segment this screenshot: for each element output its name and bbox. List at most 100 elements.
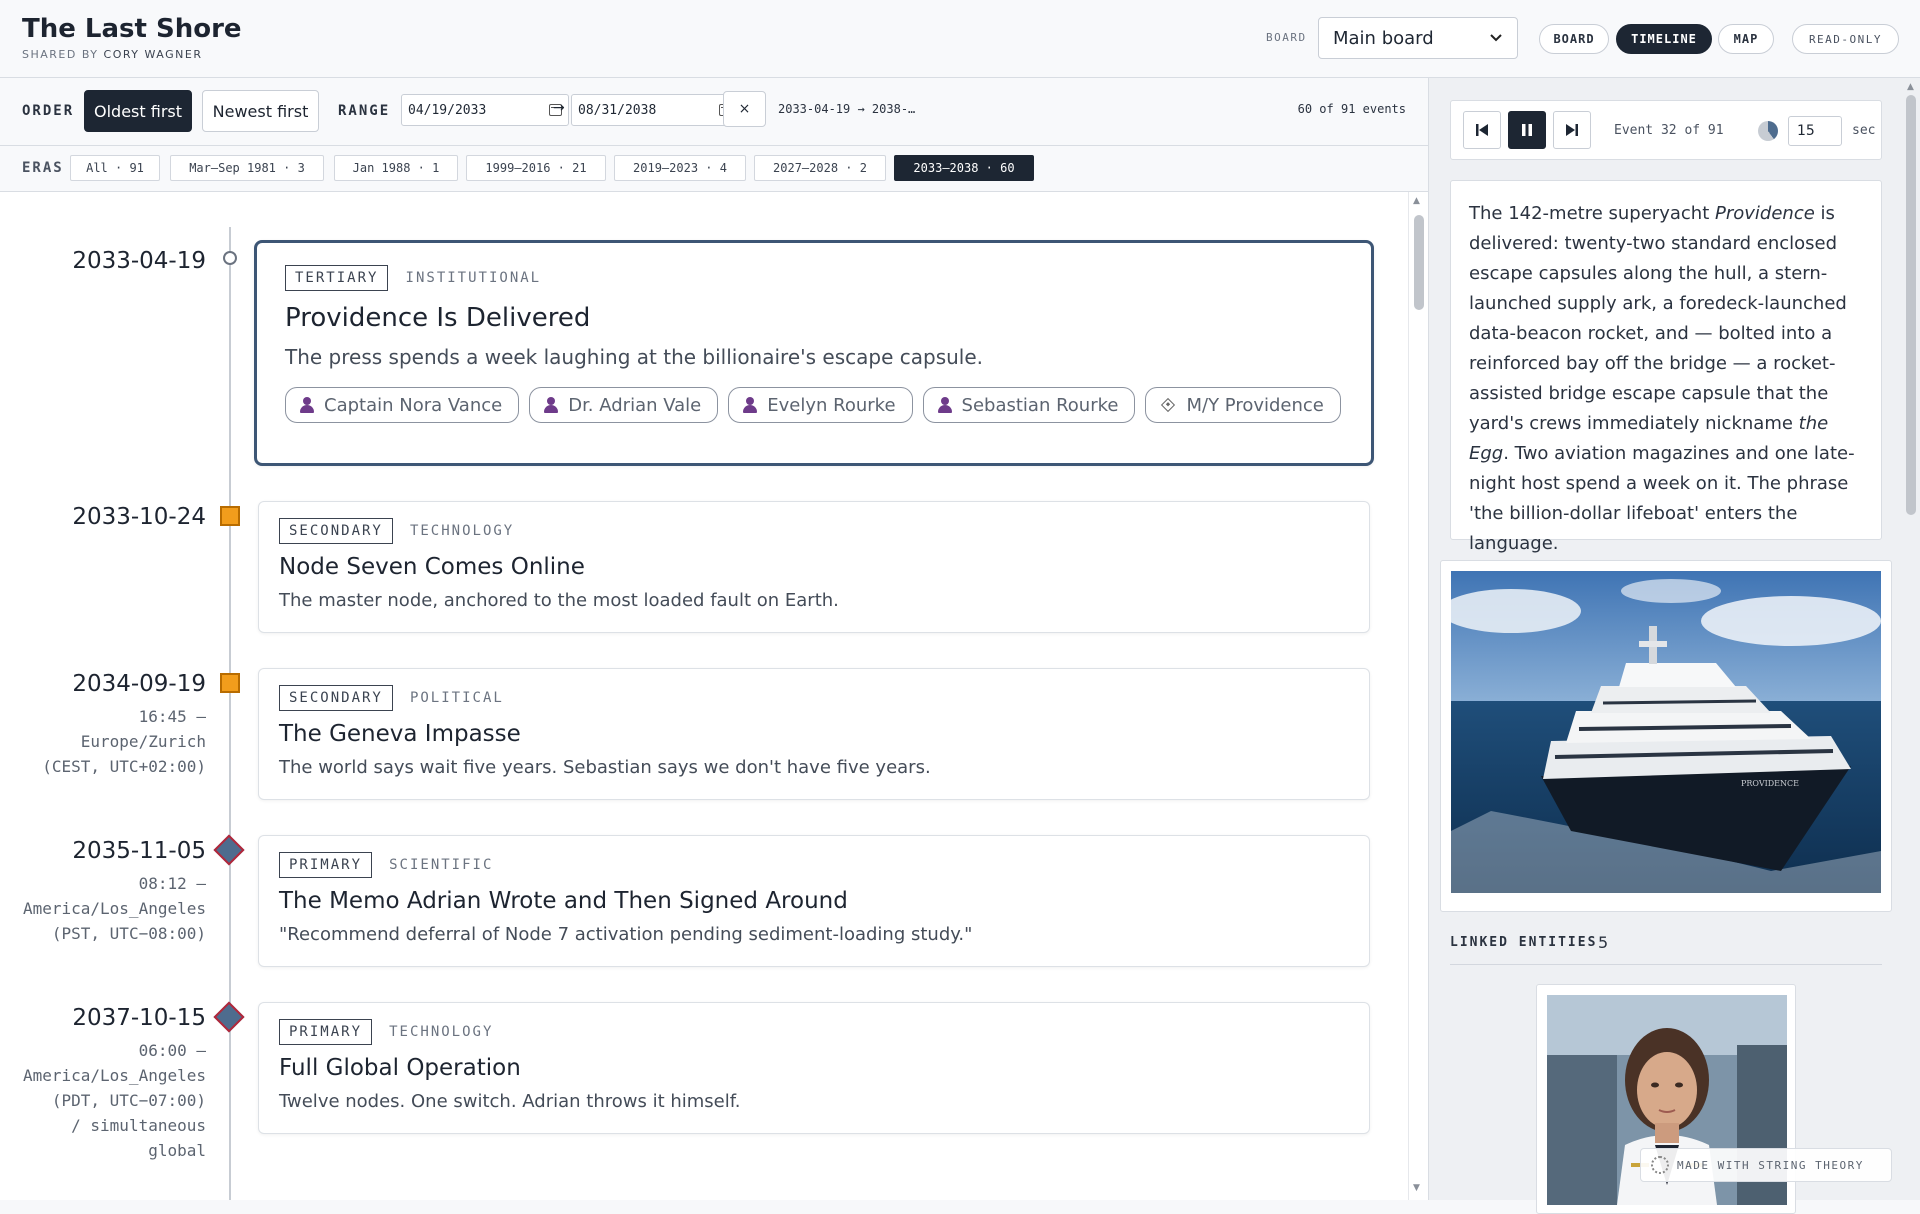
event-date: 2034-09-19 [72,671,206,697]
tier-tag: SECONDARY [279,685,393,711]
secondary-marker [220,506,240,526]
event-time: 08:12 — America/Los_Angeles (PST, UTC−08… [22,874,206,943]
view-map-button[interactable]: MAP [1718,24,1774,54]
era-chip[interactable]: Mar–Sep 1981 · 3 [170,155,324,181]
timeline-axis [229,227,231,1200]
previous-event-button[interactable] [1463,111,1501,149]
tier-tag: PRIMARY [279,852,373,878]
era-chip[interactable]: All · 91 [70,155,160,181]
era-chip[interactable]: 2019–2023 · 4 [614,155,746,181]
event-desc: "Recommend deferral of Node 7 activation… [279,924,973,945]
vessel-icon [1161,397,1176,413]
event-card-selected[interactable]: TERTIARY INSTITUTIONAL Providence Is Del… [254,240,1374,466]
category-tag: INSTITUTIONAL [405,270,542,286]
range-end-input[interactable]: 08/31/2038 [571,94,739,126]
view-board-button[interactable]: BOARD [1539,24,1609,54]
event-time: 06:00 — America/Los_Angeles (PDT, UTC−07… [22,1041,206,1160]
range-start-input[interactable]: 04/19/2033 [401,94,569,126]
view-timeline-button[interactable]: TIMELINE [1616,24,1712,54]
era-chip[interactable]: Jan 1988 · 1 [334,155,458,181]
entity-chip[interactable]: Evelyn Rourke [728,387,913,423]
event-desc: The world says wait five years. Sebastia… [279,757,931,778]
shared-by: SHARED BY CORY WAGNER [22,48,203,61]
divider [1450,964,1882,965]
category-tag: POLITICAL [409,690,504,706]
range-label: RANGE [338,103,391,119]
timeline-scrollbar[interactable] [1408,192,1428,1200]
event-image-card[interactable]: PROVIDENCE [1440,560,1892,912]
yacht-name-text: PROVIDENCE [1741,779,1799,788]
category-tag: SCIENTIFIC [389,857,494,873]
playback-controls: Event 32 of 91 15 sec [1450,100,1882,160]
app-title: The Last Shore [22,14,242,44]
entity-chip[interactable]: Dr. Adrian Vale [529,387,719,423]
event-card[interactable]: SECONDARY POLITICAL The Geneva Impasse T… [258,668,1370,800]
era-chip[interactable]: 1999–2016 · 21 [466,155,606,181]
entity-chip[interactable]: Captain Nora Vance [285,387,520,423]
tier-tag: TERTIARY [285,265,389,291]
board-select[interactable]: Main board [1318,17,1518,59]
eras-bar: ERAS All · 91 Mar–Sep 1981 · 3 Jan 1988 … [0,146,1428,192]
category-tag: TECHNOLOGY [409,523,515,539]
clear-range-button[interactable]: × [723,91,766,127]
range-summary: 2033-04-19 → 2038-… [778,102,916,116]
read-only-badge: READ-ONLY [1792,24,1899,54]
event-card[interactable]: PRIMARY SCIENTIFIC The Memo Adrian Wrote… [258,835,1370,967]
person-icon [937,397,952,413]
entity-chips: Captain Nora Vance Dr. Adrian Vale Evely… [285,387,1343,423]
event-count: 60 of 91 events [1297,102,1406,116]
tertiary-marker [223,251,237,265]
event-card[interactable]: PRIMARY TECHNOLOGY Full Global Operation… [258,1002,1370,1134]
event-description: The 142-metre superyacht Providence is d… [1450,180,1882,554]
entity-chip[interactable]: M/Y Providence [1145,387,1341,423]
event-title: The Memo Adrian Wrote and Then Signed Ar… [279,888,848,914]
primary-marker [213,834,245,866]
category-tag: TECHNOLOGY [389,1024,494,1040]
oldest-first-button[interactable]: Oldest first [84,90,192,132]
interval-seconds-input[interactable]: 15 [1788,116,1842,146]
event-desc: The press spends a week laughing at the … [285,345,984,369]
next-event-button[interactable] [1553,111,1591,149]
event-date: 2035-11-05 [72,838,206,864]
string-theory-logo-icon [1651,1156,1669,1174]
event-title: Providence Is Delivered [285,303,591,333]
yacht-image: PROVIDENCE [1451,571,1881,893]
event-position: Event 32 of 91 [1614,123,1724,138]
skip-back-icon [1476,124,1488,136]
newest-first-button[interactable]: Newest first [202,90,319,132]
event-desc: The master node, anchored to the most lo… [279,590,839,611]
board-label: BOARD [1266,31,1307,44]
timer-progress-icon [1758,121,1778,141]
tier-tag: SECONDARY [279,518,393,544]
scroll-down-icon[interactable]: ▼ [1413,1183,1420,1193]
shared-by-name: CORY WAGNER [103,48,203,61]
era-chip-active[interactable]: 2033–2038 · 60 [894,155,1034,181]
chevron-down-icon [1490,34,1502,42]
linked-entities-count: 5 [1598,933,1609,952]
detail-scroll-thumb[interactable] [1906,95,1916,515]
skip-forward-icon [1566,124,1578,136]
eras-label: ERAS [22,160,64,176]
person-icon [300,397,314,413]
person-icon [544,397,559,413]
order-label: ORDER [22,103,75,119]
pause-button[interactable] [1508,111,1546,149]
era-chip[interactable]: 2027–2028 · 2 [754,155,886,181]
event-card[interactable]: SECONDARY TECHNOLOGY Node Seven Comes On… [258,501,1370,633]
primary-marker [213,1001,245,1033]
scroll-up-icon[interactable]: ▲ [1413,196,1420,206]
app-header: The Last Shore SHARED BY CORY WAGNER BOA… [0,0,1920,78]
secondary-marker [220,673,240,693]
made-with-badge[interactable]: MADE WITH STRING THEORY [1640,1148,1892,1182]
event-date: 2033-10-24 [72,504,206,530]
person-icon [743,397,758,413]
event-time: 16:45 — Europe/Zurich (CEST, UTC+02:00) [42,707,206,776]
event-desc: Twelve nodes. One switch. Adrian throws … [279,1091,741,1112]
range-arrow: → [553,100,565,116]
event-date: 2037-10-15 [72,1005,206,1031]
timeline-scroll-thumb[interactable] [1414,215,1424,310]
linked-entities-label: LINKED ENTITIES [1450,935,1598,950]
scroll-up-icon[interactable]: ▲ [1907,82,1914,92]
entity-chip[interactable]: Sebastian Rourke [922,387,1136,423]
pause-icon [1522,124,1532,136]
